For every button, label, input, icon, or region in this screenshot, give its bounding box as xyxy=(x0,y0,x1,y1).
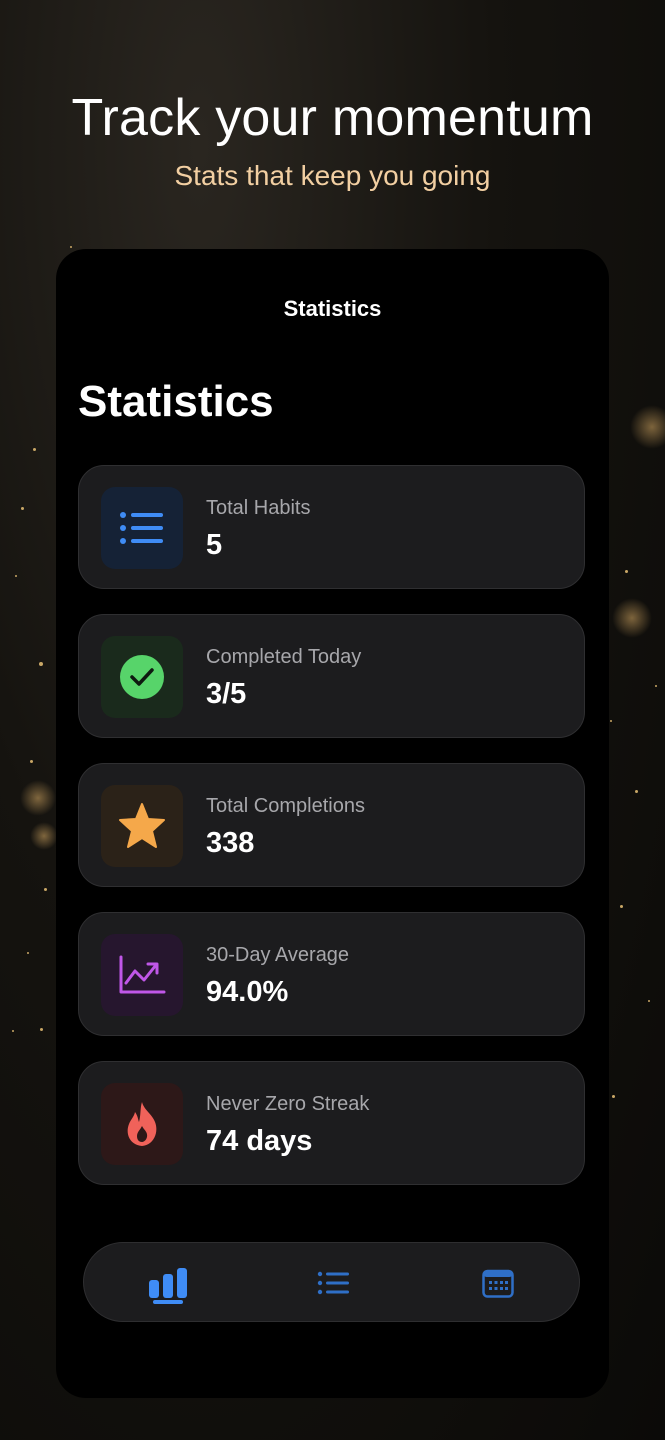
stat-value: 94.0% xyxy=(206,976,289,1008)
background-sparkle xyxy=(30,760,33,763)
phone-screen: Statistics Statistics Total Habits 5 Com… xyxy=(56,249,609,1398)
tab-bar xyxy=(83,1242,580,1322)
stat-icon-box xyxy=(101,1083,183,1165)
background-glow xyxy=(612,598,652,638)
stat-card-never-zero-streak: Never Zero Streak 74 days xyxy=(78,1061,585,1185)
background-sparkle xyxy=(12,1030,14,1032)
background-sparkle xyxy=(15,575,17,577)
background-sparkle xyxy=(635,790,638,793)
checkmark-circle-icon xyxy=(120,655,164,699)
hero-title: Track your momentum xyxy=(71,89,594,147)
background-sparkle xyxy=(655,685,657,687)
background-sparkle xyxy=(33,448,36,451)
calendar-icon xyxy=(482,1269,514,1298)
star-icon xyxy=(119,803,165,848)
tab-calendar[interactable] xyxy=(476,1261,520,1305)
tab-habits[interactable] xyxy=(311,1261,355,1305)
stat-value: 3/5 xyxy=(206,678,247,710)
stat-icon-box xyxy=(101,636,183,718)
background-glow xyxy=(20,780,56,816)
active-tab-indicator xyxy=(153,1300,183,1304)
hero-subtitle: Stats that keep you going xyxy=(174,160,491,191)
page-title: Statistics xyxy=(78,377,274,426)
nav-title: Statistics xyxy=(283,296,382,321)
background-glow xyxy=(30,822,58,850)
stat-value: 338 xyxy=(206,827,255,859)
stat-label: Never Zero Streak xyxy=(206,1093,370,1115)
bar-chart-icon xyxy=(149,1268,187,1298)
background-glow xyxy=(630,405,665,449)
list-icon xyxy=(120,512,163,544)
trend-chart-icon xyxy=(119,955,166,994)
background-sparkle xyxy=(620,905,623,908)
stat-label: Completed Today xyxy=(206,646,362,668)
background-sparkle xyxy=(39,662,43,666)
background-sparkle xyxy=(648,1000,650,1002)
list-icon xyxy=(317,1271,349,1295)
stat-value: 5 xyxy=(206,529,223,561)
tab-statistics[interactable] xyxy=(146,1261,190,1305)
background-sparkle xyxy=(610,720,612,722)
background-sparkle xyxy=(44,888,47,891)
stat-label: Total Completions xyxy=(206,795,365,817)
background-sparkle xyxy=(625,570,628,573)
background-sparkle xyxy=(21,507,24,510)
background-sparkle xyxy=(70,246,72,248)
stat-card-completed-today: Completed Today 3/5 xyxy=(78,614,585,738)
stat-label: 30-Day Average xyxy=(206,944,350,966)
stat-icon-box xyxy=(101,785,183,867)
stat-card-total-habits: Total Habits 5 xyxy=(78,465,585,589)
background-sparkle xyxy=(612,1095,615,1098)
stat-card-30-day-average: 30-Day Average 94.0% xyxy=(78,912,585,1036)
stat-value: 74 days xyxy=(206,1125,313,1157)
background-sparkle xyxy=(27,952,29,954)
background-sparkle xyxy=(40,1028,43,1031)
stat-icon-box xyxy=(101,487,183,569)
flame-icon xyxy=(127,1102,157,1146)
stat-card-total-completions: Total Completions 338 xyxy=(78,763,585,887)
stat-label: Total Habits xyxy=(206,497,311,519)
stat-icon-box xyxy=(101,934,183,1016)
